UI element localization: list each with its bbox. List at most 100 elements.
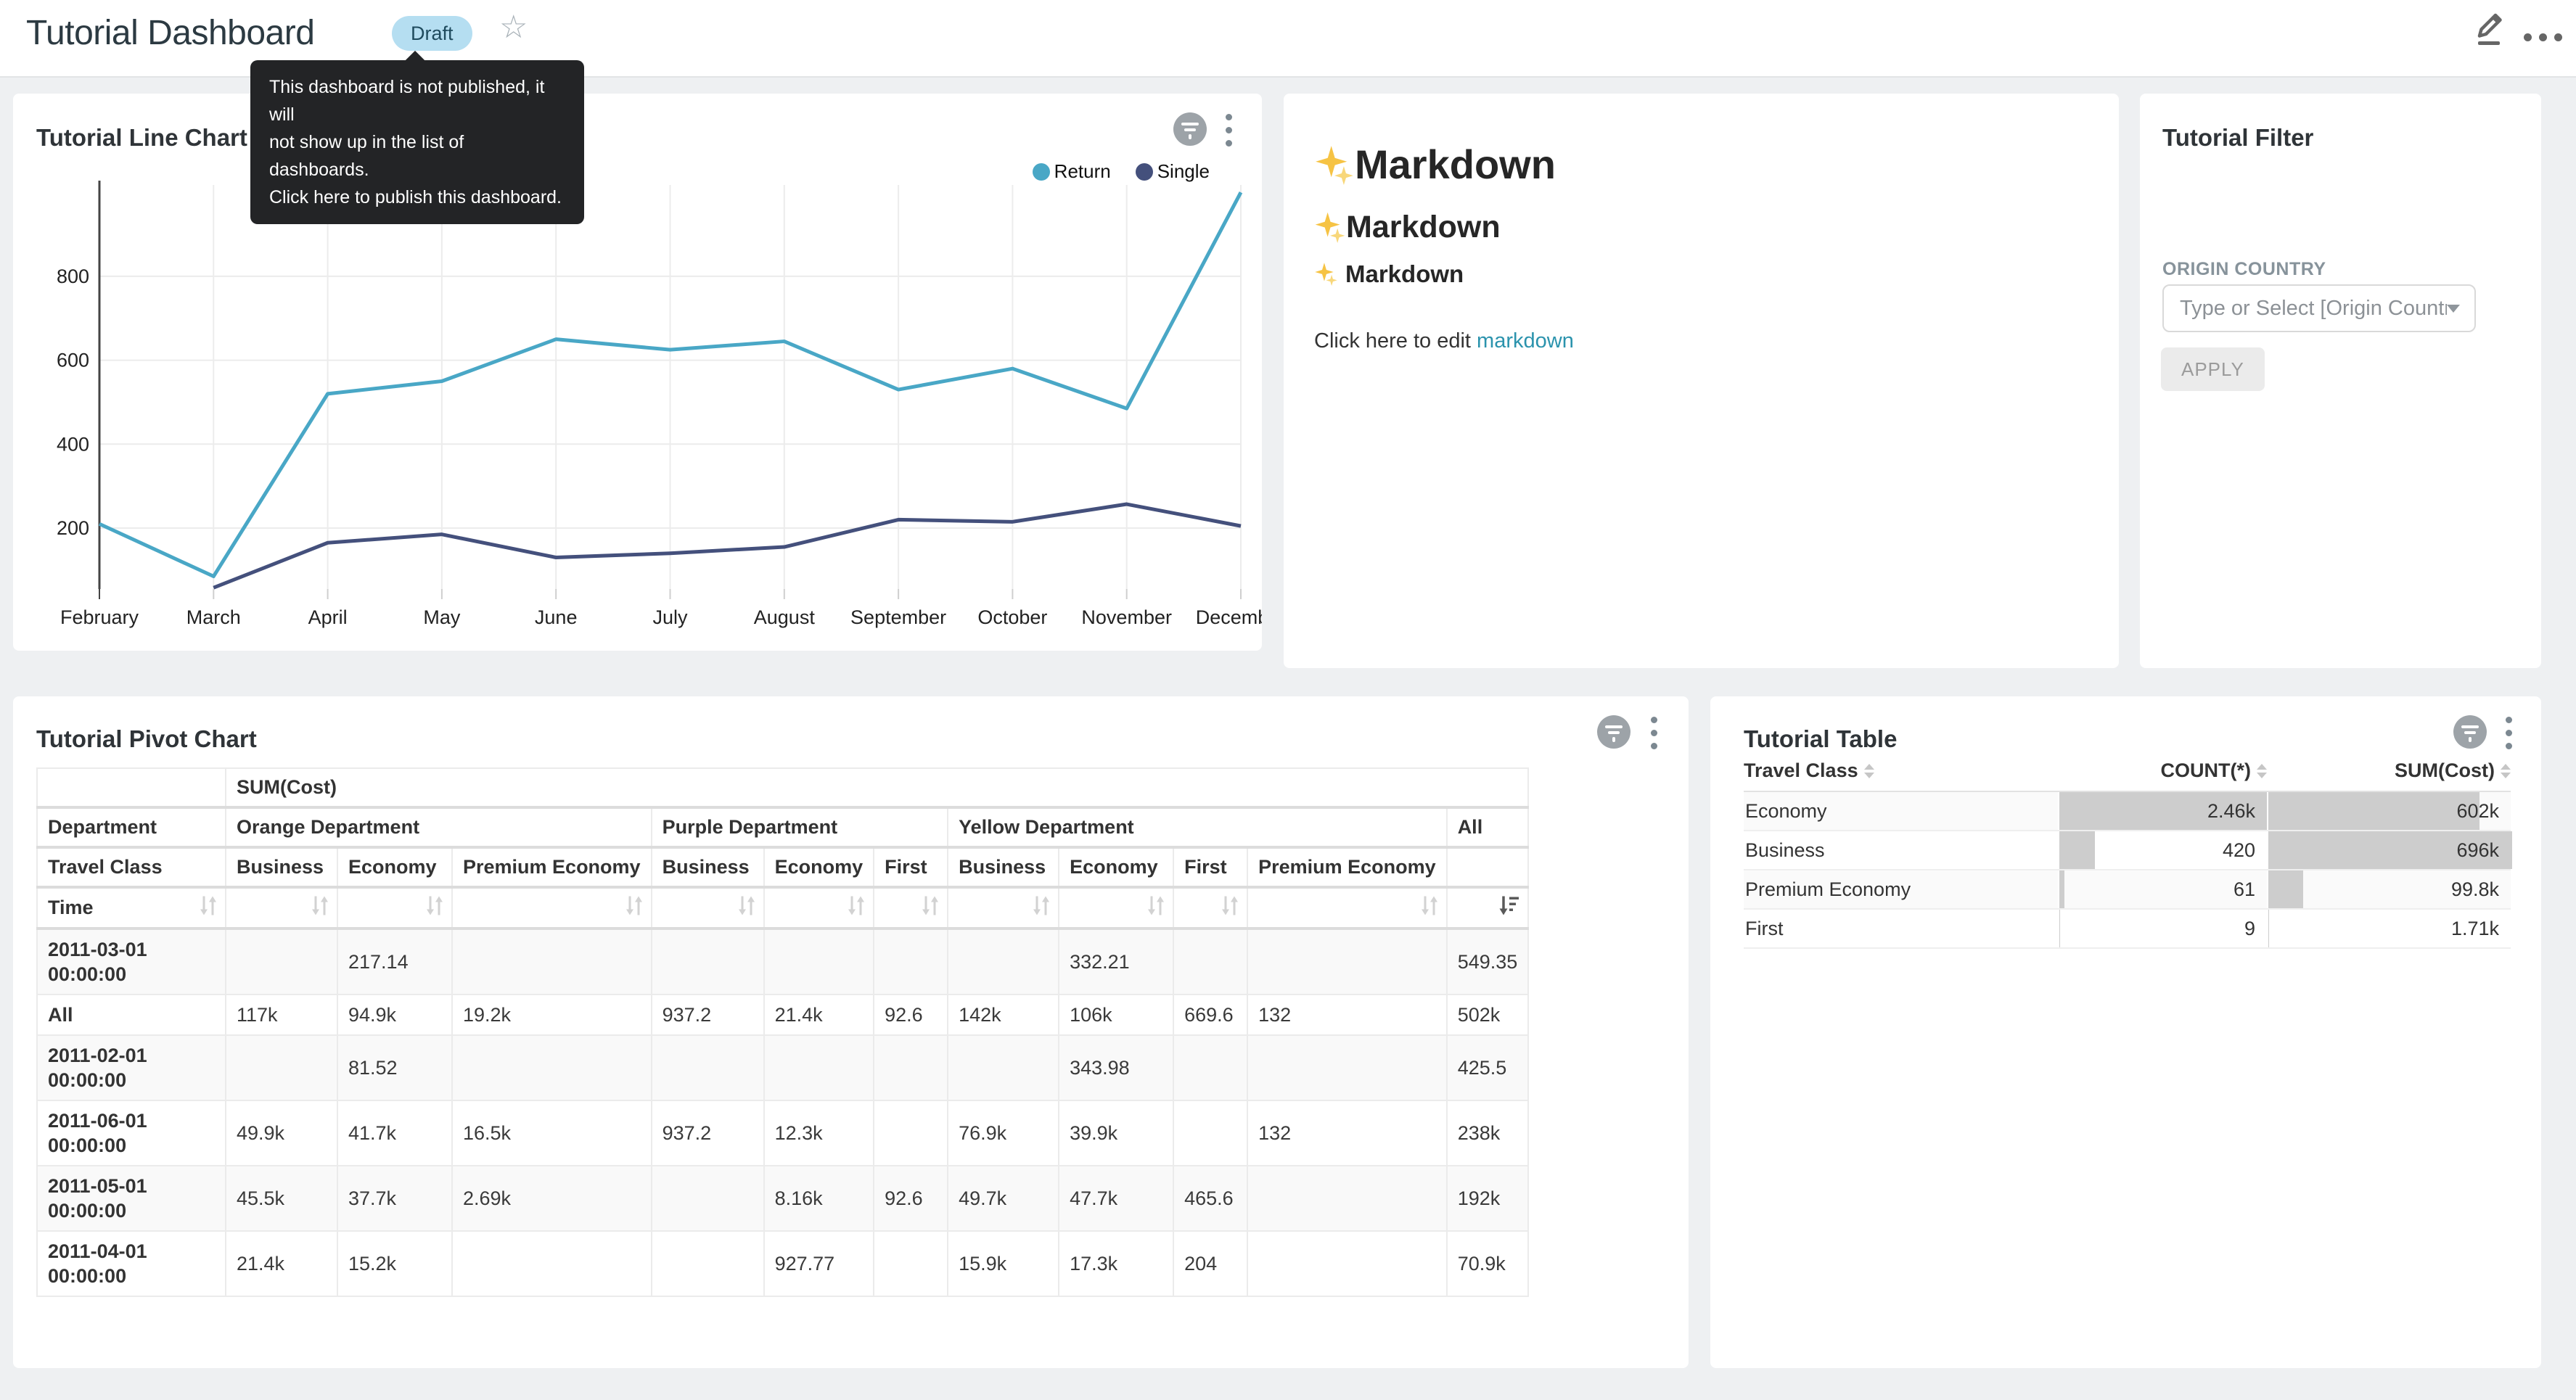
sort-icon[interactable] xyxy=(424,893,446,923)
pivot-col-label: First xyxy=(874,847,948,887)
tooltip-line: not show up in the list of dashboards. xyxy=(269,128,565,184)
pivot-cell: 41.7k xyxy=(337,1100,452,1166)
pivot-sort-cell[interactable] xyxy=(226,887,337,928)
pivot-header-cell xyxy=(37,768,226,807)
apply-button[interactable]: APPLY xyxy=(2161,347,2265,391)
column-header-travel-class[interactable]: Travel Class xyxy=(1744,759,2058,782)
column-header-count[interactable]: COUNT(*) xyxy=(2058,759,2267,782)
sort-icon[interactable] xyxy=(1419,893,1440,923)
favorite-star-icon[interactable]: ☆ xyxy=(499,12,528,44)
sort-desc-active-icon[interactable] xyxy=(1497,893,1522,923)
pivot-row-label: 2011-04-0100:00:00 xyxy=(37,1231,226,1296)
pivot-sort-cell[interactable] xyxy=(1447,887,1529,928)
pivot-row-label: All xyxy=(37,995,226,1035)
sort-icon[interactable] xyxy=(736,893,758,923)
sort-icon[interactable] xyxy=(919,893,941,923)
series-line-single xyxy=(213,504,1241,588)
legend-item-return[interactable]: Return xyxy=(1033,160,1111,183)
edit-pencil-icon[interactable] xyxy=(2472,7,2509,48)
x-axis-label: November xyxy=(1081,606,1172,628)
pivot-sort-cell[interactable] xyxy=(874,887,948,928)
pivot-cell xyxy=(764,928,874,995)
x-axis-label: February xyxy=(60,606,139,628)
pivot-col-label: Premium Economy xyxy=(452,847,652,887)
pivot-cell: 15.9k xyxy=(948,1231,1059,1296)
pivot-data-row: All117k94.9k19.2k937.221.4k92.6142k106k6… xyxy=(37,995,1528,1035)
pivot-cell: 94.9k xyxy=(337,995,452,1035)
pivot-sort-cell[interactable] xyxy=(1173,887,1247,928)
count-value: 420 xyxy=(2223,831,2255,869)
filter-panel: Tutorial Filter ORIGIN COUNTRY Type or S… xyxy=(2140,94,2541,668)
pivot-cell xyxy=(874,1100,948,1166)
pivot-sort-cell[interactable] xyxy=(652,887,764,928)
sort-icon[interactable] xyxy=(1219,893,1241,923)
table-row: First 9 1.71k xyxy=(1744,910,2511,949)
column-header-sum[interactable]: SUM(Cost) xyxy=(2267,759,2511,782)
pivot-sort-cell[interactable] xyxy=(948,887,1059,928)
sort-icon[interactable] xyxy=(623,893,645,923)
pivot-col-label: Economy xyxy=(764,847,874,887)
pivot-cell xyxy=(874,1035,948,1100)
edit-markdown-link[interactable]: markdown xyxy=(1477,329,1574,353)
header-more-menu-icon[interactable] xyxy=(2524,33,2562,41)
legend-item-single[interactable]: Single xyxy=(1136,160,1210,183)
x-axis-label: December xyxy=(1196,606,1262,628)
pivot-sort-cell[interactable] xyxy=(764,887,874,928)
pivot-sort-cell[interactable] xyxy=(337,887,452,928)
draft-status-badge[interactable]: Draft xyxy=(392,16,472,51)
pivot-cell: 937.2 xyxy=(652,995,764,1035)
sort-icon[interactable] xyxy=(309,893,331,923)
select-placeholder: Type or Select [Origin Country] xyxy=(2180,297,2447,321)
pivot-col-group-label: All xyxy=(1447,807,1529,847)
pivot-cell xyxy=(764,1035,874,1100)
pivot-cell: 669.6 xyxy=(1173,995,1247,1035)
filter-panel-title: Tutorial Filter xyxy=(2162,124,2313,152)
x-axis-label: July xyxy=(652,606,688,628)
pivot-chart-menu-icon[interactable] xyxy=(1651,717,1657,749)
sort-carets-icon xyxy=(1864,764,1874,778)
pivot-cell: 45.5k xyxy=(226,1166,337,1231)
pivot-cell: 106k xyxy=(1059,995,1173,1035)
pivot-sort-cell[interactable] xyxy=(1059,887,1173,928)
travel-class-value: First xyxy=(1745,910,1783,947)
pivot-cell: 937.2 xyxy=(652,1100,764,1166)
tooltip-line: This dashboard is not published, it will xyxy=(269,73,565,128)
pivot-cell: 37.7k xyxy=(337,1166,452,1231)
origin-country-select[interactable]: Type or Select [Origin Country] xyxy=(2162,284,2476,332)
travel-class-value: Business xyxy=(1745,831,1825,869)
legend-label: Return xyxy=(1054,160,1111,183)
pivot-sort-cell[interactable] xyxy=(1247,887,1447,928)
page-title: Tutorial Dashboard xyxy=(26,13,314,53)
pivot-cell: 549.35 xyxy=(1447,928,1529,995)
pivot-cell xyxy=(652,1035,764,1100)
pivot-cell xyxy=(1173,928,1247,995)
x-axis-label: May xyxy=(423,606,461,628)
column-header-label: Travel Class xyxy=(1744,759,1858,782)
pivot-col-label: Premium Economy xyxy=(1247,847,1447,887)
pivot-col-label: Business xyxy=(948,847,1059,887)
pivot-cell: 76.9k xyxy=(948,1100,1059,1166)
pivot-cell: 49.9k xyxy=(226,1100,337,1166)
pivot-cell: 332.21 xyxy=(1059,928,1173,995)
sort-icon[interactable] xyxy=(845,893,867,923)
x-axis-label: September xyxy=(850,606,946,628)
legend-label: Single xyxy=(1157,160,1210,183)
pivot-cell: 132 xyxy=(1247,995,1447,1035)
pivot-cell: 192k xyxy=(1447,1166,1529,1231)
pivot-cell: 8.16k xyxy=(764,1166,874,1231)
pivot-col-dim-label: Travel Class xyxy=(37,847,226,887)
applied-filter-icon[interactable] xyxy=(1597,715,1630,749)
pivot-sort-cell[interactable] xyxy=(452,887,652,928)
y-axis-label: 600 xyxy=(57,350,89,371)
sort-icon[interactable] xyxy=(1030,893,1052,923)
pivot-data-row: 2011-04-0100:00:0021.4k15.2k927.7715.9k1… xyxy=(37,1231,1528,1296)
applied-filter-icon[interactable] xyxy=(2453,715,2487,749)
table-panel-menu-icon[interactable] xyxy=(2506,717,2512,749)
pivot-cell xyxy=(652,1166,764,1231)
sort-icon[interactable] xyxy=(197,893,219,923)
x-axis-label: June xyxy=(535,606,578,628)
pivot-data-row: 2011-05-0100:00:0045.5k37.7k2.69k8.16k92… xyxy=(37,1166,1528,1231)
return-series-dot xyxy=(1033,163,1050,181)
pivot-time-sort-cell[interactable]: Time xyxy=(37,887,226,928)
sort-icon[interactable] xyxy=(1145,893,1167,923)
